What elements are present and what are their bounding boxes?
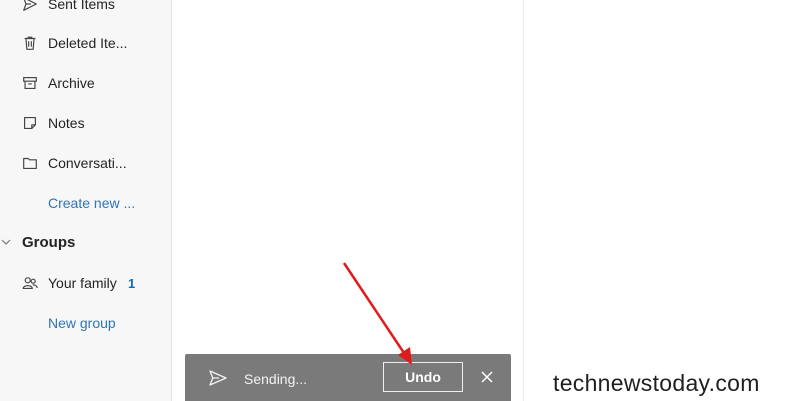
sidebar-item-label: Your family: [48, 275, 117, 291]
folder-icon: [20, 153, 40, 173]
new-group-link[interactable]: New group: [0, 306, 172, 340]
close-toast-button[interactable]: [476, 366, 498, 388]
sidebar-item-sent-items[interactable]: Sent Items: [0, 0, 172, 21]
create-new-folder-link[interactable]: Create new ...: [0, 186, 172, 220]
note-icon: [20, 113, 40, 133]
folder-sidebar: Sent Items Deleted Ite... Archive Notes: [0, 0, 172, 401]
sidebar-item-your-family[interactable]: Your family 1: [0, 266, 172, 300]
archive-icon: [20, 73, 40, 93]
sidebar-item-label: Archive: [48, 75, 95, 91]
groups-header[interactable]: Groups: [0, 225, 172, 259]
sidebar-item-conversation-history[interactable]: Conversati...: [0, 146, 172, 180]
create-new-label: Create new ...: [48, 195, 136, 211]
sidebar-item-deleted-items[interactable]: Deleted Ite...: [0, 26, 172, 60]
sidebar-item-label: Notes: [48, 115, 85, 131]
people-icon: [20, 273, 40, 293]
send-icon: [209, 370, 227, 386]
toast-status-text: Sending...: [244, 371, 308, 387]
sidebar-item-label: Conversati...: [48, 155, 127, 171]
new-group-label: New group: [48, 315, 116, 331]
watermark: technewstoday.com: [553, 370, 760, 396]
trash-icon: [20, 33, 40, 53]
sidebar-item-label: Deleted Ite...: [48, 35, 128, 51]
annotation-arrow: [342, 262, 412, 365]
send-icon: [20, 0, 40, 14]
sidebar-item-archive[interactable]: Archive: [0, 66, 172, 100]
unread-count-badge: 1: [128, 275, 136, 291]
sidebar-item-label: Sent Items: [48, 0, 115, 12]
close-icon: [481, 371, 493, 383]
reading-pane: [524, 0, 800, 401]
mail-app: Sent Items Deleted Ite... Archive Notes: [0, 0, 800, 401]
groups-title: Groups: [22, 233, 76, 251]
chevron-down-icon: [1, 239, 11, 245]
sidebar-item-notes[interactable]: Notes: [0, 106, 172, 140]
